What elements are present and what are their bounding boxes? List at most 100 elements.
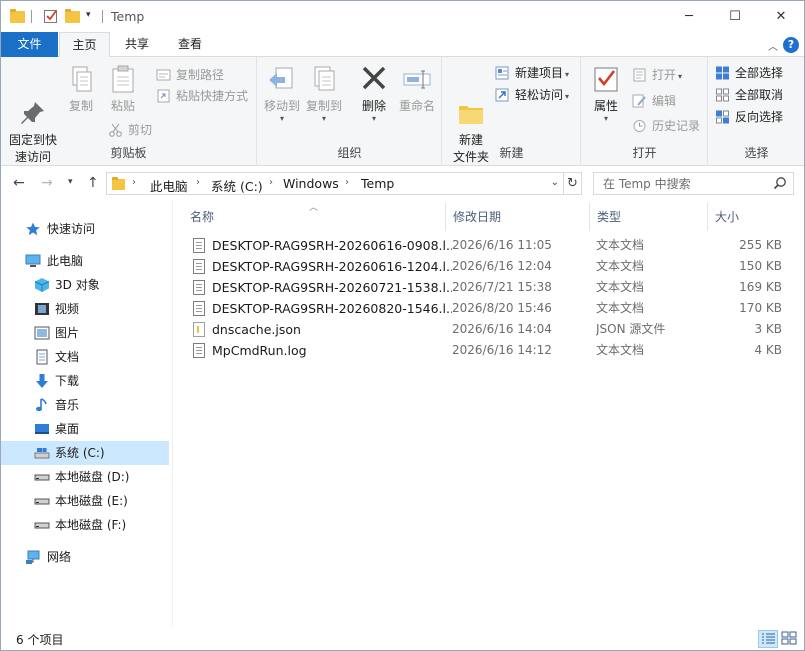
file-list: ︿ 名称 修改日期 类型 大小 DESKTOP-RAG9SRH-20260616… (173, 201, 804, 627)
rename-button[interactable]: 重命名 (396, 63, 438, 115)
file-size: 170 KB (739, 301, 782, 315)
select-none-button[interactable]: 全部取消 (715, 85, 783, 105)
cut-button[interactable]: 剪切 (108, 120, 152, 140)
breadcrumb-drive-c[interactable]: 系统 (C:) (211, 176, 263, 195)
breadcrumb-temp[interactable]: Temp (361, 176, 394, 191)
copy-path-button[interactable]: 复制路径 (156, 65, 224, 85)
table-row[interactable]: MpCmdRun.log 2026/6/16 14:12 文本文档 4 KB (185, 340, 793, 361)
item-count: 6 个项目 (16, 633, 64, 647)
breadcrumb-separator-icon[interactable]: › (132, 177, 136, 188)
table-row[interactable]: dnscache.json 2026/6/16 14:04 JSON 源文件 3… (185, 319, 793, 340)
copy-button[interactable]: 复制 (63, 63, 99, 115)
nav-item-drive-e[interactable]: 本地磁盘 (E:) (1, 489, 169, 513)
table-row[interactable]: DESKTOP-RAG9SRH-20260721-1538.l... 2026/… (185, 277, 793, 298)
minimize-button[interactable]: ─ (666, 1, 712, 32)
table-row[interactable]: DESKTOP-RAG9SRH-20260616-0908.l... 2026/… (185, 235, 793, 256)
folder-icon (10, 8, 26, 24)
breadcrumb-this-pc[interactable]: 此电脑 (150, 176, 188, 195)
breadcrumb-windows[interactable]: Windows (283, 176, 339, 191)
tab-file[interactable]: 文件 (1, 32, 58, 57)
nav-label: 下载 (55, 374, 80, 388)
nav-item-desktop[interactable]: 桌面 (1, 417, 169, 441)
recent-dropdown-icon[interactable]: ▾ (68, 177, 73, 187)
nav-item-drive-c[interactable]: 系统 (C:) (1, 441, 169, 465)
details-view-icon[interactable] (758, 630, 778, 648)
nav-item-videos[interactable]: 视频 (1, 297, 169, 321)
nav-item-network[interactable]: 网络 (1, 545, 169, 569)
easy-access-button[interactable]: 轻松访问 ▾ (495, 85, 569, 105)
up-arrow-icon[interactable]: ↑ (87, 175, 99, 191)
tab-share[interactable]: 共享 (113, 32, 161, 57)
desktop-icon (34, 421, 50, 437)
file-name: MpCmdRun.log (212, 343, 307, 358)
table-row[interactable]: DESKTOP-RAG9SRH-20260820-1546.l... 2026/… (185, 298, 793, 319)
select-all-button[interactable]: 全部选择 (715, 63, 783, 83)
help-icon[interactable]: ? (783, 37, 799, 53)
breadcrumb-separator-icon[interactable]: › (269, 177, 273, 188)
nav-item-pictures[interactable]: 图片 (1, 321, 169, 345)
tab-view[interactable]: 查看 (166, 32, 214, 57)
file-date: 2026/8/20 15:46 (452, 301, 552, 315)
copy-to-label: 复制到 (305, 99, 342, 113)
nav-label: 本地磁盘 (F:) (55, 518, 127, 532)
maximize-button[interactable]: ☐ (712, 1, 758, 32)
file-type: 文本文档 (596, 343, 645, 357)
back-arrow-icon[interactable]: ← (13, 175, 25, 191)
search-input[interactable] (594, 173, 769, 194)
address-bar[interactable]: › 此电脑 › 系统 (C:) › Windows › Temp ⌄ (106, 172, 564, 195)
nav-item-3d-objects[interactable]: 3D 对象 (1, 273, 169, 297)
paste-button[interactable]: 粘贴 (105, 63, 141, 115)
paste-shortcut-button[interactable]: 粘贴快捷方式 (156, 86, 248, 106)
column-header-type[interactable]: 类型 (590, 203, 708, 231)
forward-arrow-icon[interactable]: → (41, 175, 53, 191)
nav-label: 音乐 (55, 398, 80, 412)
new-item-button[interactable]: 新建项目 ▾ (495, 63, 569, 83)
breadcrumb-separator-icon[interactable]: › (196, 177, 200, 188)
copy-to-button[interactable]: 复制到 ▾ (304, 63, 344, 123)
copy-path-label: 复制路径 (176, 68, 225, 82)
delete-button[interactable]: 删除 ▾ (358, 63, 390, 123)
search-icon[interactable] (773, 176, 787, 190)
nav-item-drive-d[interactable]: 本地磁盘 (D:) (1, 465, 169, 489)
quick-access-dropdown-icon[interactable]: ▾ (86, 10, 102, 26)
edit-button[interactable]: 编辑 (632, 91, 676, 111)
file-date: 2026/6/16 14:12 (452, 343, 552, 357)
large-icons-view-icon[interactable] (780, 630, 800, 648)
nav-item-drive-f[interactable]: 本地磁盘 (F:) (1, 513, 169, 537)
nav-item-downloads[interactable]: 下载 (1, 369, 169, 393)
nav-label: 快速访问 (47, 222, 96, 236)
table-row[interactable]: DESKTOP-RAG9SRH-20260616-1204.l... 2026/… (185, 256, 793, 277)
invert-selection-button[interactable]: 反向选择 (715, 107, 783, 127)
select-none-icon (715, 88, 730, 102)
ribbon-collapse-icon[interactable]: ︿ (768, 38, 778, 53)
properties-check-icon[interactable] (43, 8, 59, 24)
open-group: 属性 ▾ 打开 ▾ 编辑 历史记录 打开 (582, 57, 708, 166)
open-button[interactable]: 打开 ▾ (632, 65, 682, 85)
open-group-label: 打开 (632, 146, 657, 160)
nav-item-documents[interactable]: 文档 (1, 345, 169, 369)
properties-button[interactable]: 属性 ▾ (588, 63, 624, 123)
file-type: 文本文档 (596, 301, 645, 315)
new-folder-icon[interactable] (65, 8, 81, 24)
address-history-chevron-down-icon[interactable]: ⌄ (551, 177, 559, 188)
history-button[interactable]: 历史记录 (632, 116, 700, 136)
column-header-name[interactable]: 名称 (183, 203, 446, 231)
text-file-icon (193, 343, 205, 358)
move-to-button[interactable]: 移动到 ▾ (262, 63, 302, 123)
tab-home[interactable]: 主页 (59, 32, 110, 58)
select-group-label: 选择 (744, 146, 769, 160)
close-button[interactable]: ✕ (758, 1, 804, 32)
paste-label: 粘贴 (110, 99, 135, 113)
nav-item-this-pc[interactable]: 此电脑 (1, 249, 169, 273)
breadcrumb-separator-icon[interactable]: › (345, 177, 349, 188)
title-separator (102, 10, 103, 23)
nav-item-music[interactable]: 音乐 (1, 393, 169, 417)
column-header-size[interactable]: 大小 (708, 203, 788, 231)
folder-icon (112, 177, 126, 191)
refresh-icon[interactable]: ↻ (564, 172, 582, 195)
file-type: JSON 源文件 (596, 322, 666, 336)
file-date: 2026/6/16 11:05 (452, 238, 552, 252)
nav-label: 桌面 (55, 422, 80, 436)
column-header-date[interactable]: 修改日期 (446, 203, 590, 231)
nav-item-quick-access[interactable]: 快速访问 (1, 217, 169, 241)
